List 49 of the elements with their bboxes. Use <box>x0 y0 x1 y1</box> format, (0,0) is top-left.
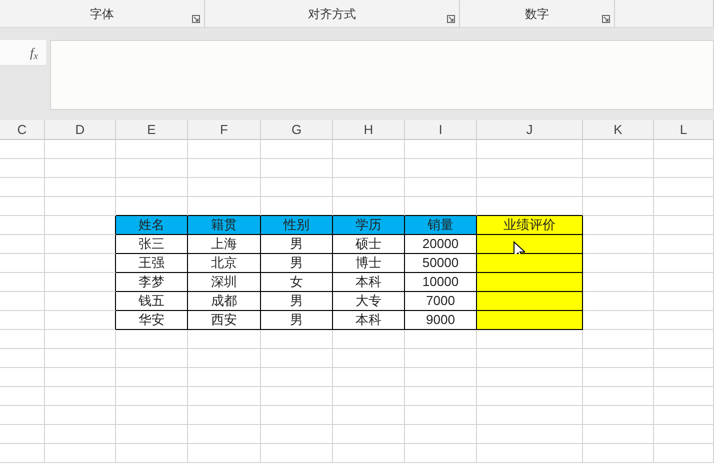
dialog-launcher-icon[interactable] <box>447 15 455 23</box>
table-cell: 上海 <box>188 235 261 254</box>
dialog-launcher-icon[interactable] <box>602 15 610 23</box>
column-header[interactable]: K <box>583 120 654 139</box>
table-cell: 9000 <box>405 311 477 330</box>
header-cell: 销量 <box>405 216 477 235</box>
header-cell: 姓名 <box>116 216 188 235</box>
table-cell: 王强 <box>116 254 188 273</box>
column-header[interactable]: I <box>405 120 477 139</box>
table-cell: 大专 <box>333 292 405 311</box>
table-cell: 华安 <box>116 311 188 330</box>
table-cell: 本科 <box>333 311 405 330</box>
column-header[interactable]: F <box>188 120 261 139</box>
table-cell: 钱五 <box>116 292 188 311</box>
table-cell: 50000 <box>405 254 477 273</box>
ribbon-group-label: 数字 <box>525 6 549 23</box>
column-header[interactable]: E <box>116 120 188 139</box>
column-header[interactable]: J <box>477 120 583 139</box>
column-header[interactable]: H <box>333 120 405 139</box>
table-cell: 北京 <box>188 254 261 273</box>
table-cell: 硕士 <box>333 235 405 254</box>
table-cell: 10000 <box>405 273 477 292</box>
header-cell: 籍贯 <box>188 216 261 235</box>
dialog-launcher-icon[interactable] <box>192 15 200 23</box>
table-cell: 博士 <box>333 254 405 273</box>
table-cell: 成都 <box>188 292 261 311</box>
table-cell: 西安 <box>188 311 261 330</box>
column-header[interactable]: D <box>45 120 116 139</box>
table-cell: 李梦 <box>116 273 188 292</box>
table-cell: 20000 <box>405 235 477 254</box>
header-cell: 业绩评价 <box>477 216 583 235</box>
column-header[interactable]: G <box>261 120 333 139</box>
header-cell: 性别 <box>261 216 333 235</box>
table-cell: 男 <box>261 292 333 311</box>
column-header[interactable]: L <box>654 120 714 139</box>
table-cell: 女 <box>261 273 333 292</box>
header-cell: 学历 <box>333 216 405 235</box>
table-cell: 张三 <box>116 235 188 254</box>
formula-input[interactable] <box>50 40 714 110</box>
table-cell: 深圳 <box>188 273 261 292</box>
ribbon-group-label: 字体 <box>90 6 114 23</box>
ribbon-group-label: 对齐方式 <box>308 6 356 23</box>
table-cell: 本科 <box>333 273 405 292</box>
table-cell: 男 <box>261 235 333 254</box>
table-cell: 7000 <box>405 292 477 311</box>
column-header[interactable]: C <box>0 120 45 139</box>
function-button[interactable]: f$_{x}$ <box>0 40 46 66</box>
table-cell: 男 <box>261 311 333 330</box>
table-cell: 男 <box>261 254 333 273</box>
